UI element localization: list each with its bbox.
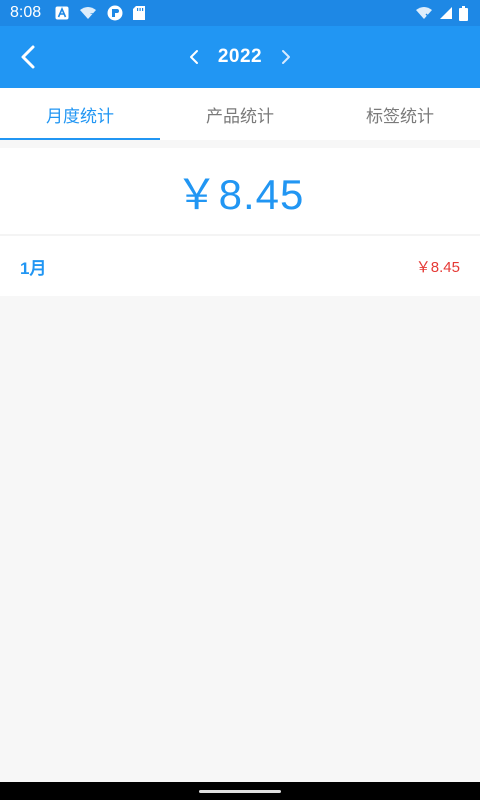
month-label: 1月 [20,258,47,278]
year-label: 2022 [217,46,263,67]
status-time: 8:08 [10,4,42,21]
tab-product-stats[interactable]: 产品统计 [160,88,320,140]
back-button[interactable] [6,35,50,79]
battery-icon [459,5,468,21]
app-notification-icon [107,5,123,21]
tab-monthly-stats[interactable]: 月度统计 [0,88,160,140]
svg-text:?: ? [90,12,94,20]
previous-year-button[interactable] [180,37,208,77]
a-notification-icon [55,6,69,20]
home-gesture-handle[interactable] [199,790,281,793]
tab-tag-stats[interactable]: 标签统计 [320,88,480,140]
status-left-icons: ? [55,5,146,21]
chevron-right-icon [282,50,291,64]
total-amount: ￥8.45 [175,170,305,218]
month-amount: ￥8.45 [415,258,460,276]
app-bar: 2022 [0,26,480,88]
system-nav-bar [0,782,480,800]
chevron-left-icon [189,50,198,64]
chevron-left-icon [21,45,35,69]
next-year-button[interactable] [272,37,300,77]
wifi-question-icon: ? [79,6,97,20]
sd-card-icon [133,6,146,20]
signal-icon [439,6,453,20]
tab-bar: 月度统计 产品统计 标签统计 [0,88,480,140]
month-row[interactable]: 1月 ￥8.45 [0,236,480,296]
year-nav: 2022 [0,26,480,88]
total-card: ￥8.45 [0,148,480,234]
status-right-icons [415,5,468,21]
section-gap [0,140,480,148]
wifi-x-icon [415,6,433,20]
screen: 8:08 ? 2022 月度统计 产品统计 标签统计 ￥8.45 1月 ￥8.4… [0,0,480,800]
status-bar: 8:08 ? [0,0,480,26]
